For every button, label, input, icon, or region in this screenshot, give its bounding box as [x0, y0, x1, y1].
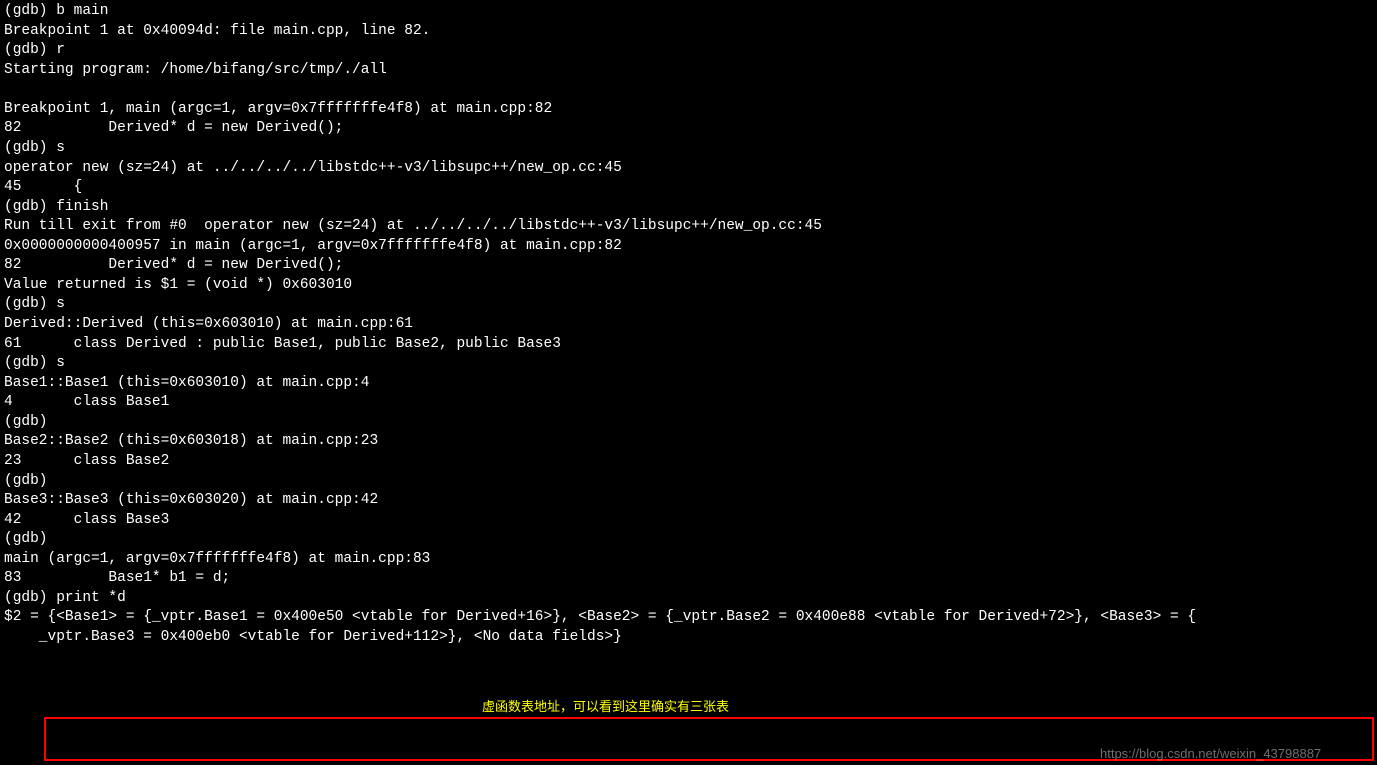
- terminal-line: (gdb): [4, 413, 1373, 433]
- terminal-line: Base2::Base2 (this=0x603018) at main.cpp…: [4, 432, 1373, 452]
- terminal-output: (gdb) b mainBreakpoint 1 at 0x40094d: fi…: [4, 2, 1373, 648]
- terminal-line: _vptr.Base3 = 0x400eb0 <vtable for Deriv…: [4, 628, 1373, 648]
- terminal-line: (gdb): [4, 530, 1373, 550]
- terminal-line: 23 class Base2: [4, 452, 1373, 472]
- terminal-line: (gdb) s: [4, 139, 1373, 159]
- terminal-line: Derived::Derived (this=0x603010) at main…: [4, 315, 1373, 335]
- terminal-line: Value returned is $1 = (void *) 0x603010: [4, 276, 1373, 296]
- terminal-line: 61 class Derived : public Base1, public …: [4, 335, 1373, 355]
- terminal-line: 0x0000000000400957 in main (argc=1, argv…: [4, 237, 1373, 257]
- terminal-line: Base3::Base3 (this=0x603020) at main.cpp…: [4, 491, 1373, 511]
- terminal-line: Starting program: /home/bifang/src/tmp/.…: [4, 61, 1373, 81]
- terminal-line: 42 class Base3: [4, 511, 1373, 531]
- terminal-line: [4, 80, 1373, 100]
- terminal-line: (gdb) s: [4, 354, 1373, 374]
- watermark-text: https://blog.csdn.net/weixin_43798887: [1100, 745, 1321, 763]
- terminal-line: 4 class Base1: [4, 393, 1373, 413]
- terminal-line: Base1::Base1 (this=0x603010) at main.cpp…: [4, 374, 1373, 394]
- terminal-line: $2 = {<Base1> = {_vptr.Base1 = 0x400e50 …: [4, 608, 1373, 628]
- terminal-line: 83 Base1* b1 = d;: [4, 569, 1373, 589]
- terminal-line: (gdb) b main: [4, 2, 1373, 22]
- terminal-line: Breakpoint 1 at 0x40094d: file main.cpp,…: [4, 22, 1373, 42]
- terminal-line: 45 {: [4, 178, 1373, 198]
- terminal-line: Run till exit from #0 operator new (sz=2…: [4, 217, 1373, 237]
- terminal-line: 82 Derived* d = new Derived();: [4, 119, 1373, 139]
- terminal-line: (gdb) s: [4, 295, 1373, 315]
- terminal-line: main (argc=1, argv=0x7fffffffe4f8) at ma…: [4, 550, 1373, 570]
- terminal-line: operator new (sz=24) at ../../../../libs…: [4, 159, 1373, 179]
- terminal-line: (gdb) print *d: [4, 589, 1373, 609]
- terminal-line: 82 Derived* d = new Derived();: [4, 256, 1373, 276]
- annotation-label: 虚函数表地址，可以看到这里确实有三张表: [482, 698, 729, 716]
- terminal-line: (gdb): [4, 472, 1373, 492]
- terminal-line: (gdb) finish: [4, 198, 1373, 218]
- terminal-line: (gdb) r: [4, 41, 1373, 61]
- terminal-line: Breakpoint 1, main (argc=1, argv=0x7ffff…: [4, 100, 1373, 120]
